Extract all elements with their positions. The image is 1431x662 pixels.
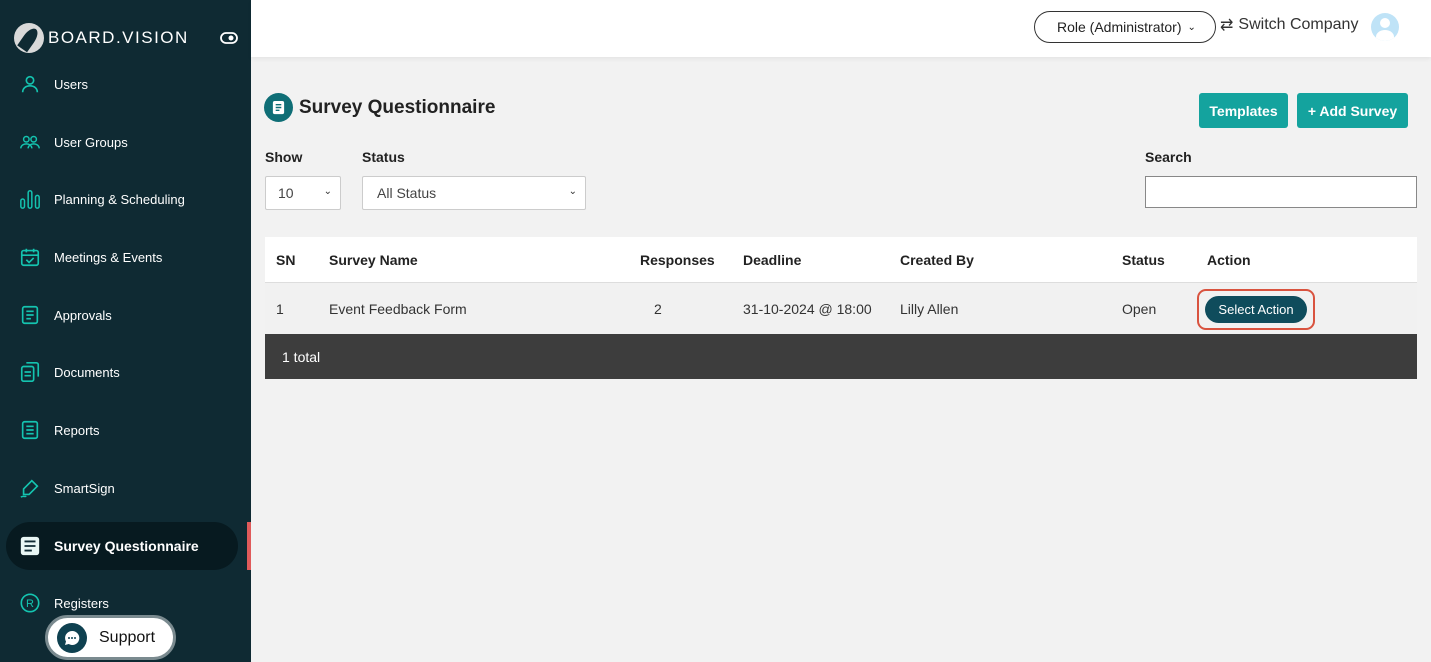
- header-deadline[interactable]: Deadline: [743, 252, 801, 268]
- sidebar-item-label: Meetings & Events: [54, 249, 163, 265]
- avatar[interactable]: [1371, 13, 1399, 41]
- brand-name: BOARD.VISION: [48, 28, 189, 47]
- chevron-down-icon: ⌄: [323, 186, 332, 197]
- show-entries-value: 10: [278, 185, 294, 201]
- sidebar-item-label: Planning & Scheduling: [54, 191, 185, 207]
- sidebar-item-label: Documents: [54, 364, 120, 380]
- total-count: 1 total: [282, 348, 321, 365]
- show-label: Show: [265, 149, 303, 165]
- search-label: Search: [1145, 149, 1192, 165]
- switch-company-label: Switch Company: [1238, 16, 1359, 33]
- role-select[interactable]: Role (Administrator) ⌄: [1034, 11, 1216, 43]
- role-label: Role (Administrator): [1057, 19, 1182, 35]
- cell-created-by: Lilly Allen: [900, 300, 959, 317]
- status-filter-label: Status: [362, 149, 405, 165]
- report-list-icon: [18, 418, 42, 442]
- sidebar-item-documents[interactable]: Documents: [0, 348, 251, 396]
- switch-arrows-icon: ⇄: [1220, 17, 1234, 34]
- header-created-by[interactable]: Created By: [900, 252, 974, 268]
- sidebar-item-smartsign[interactable]: SmartSign: [0, 464, 251, 512]
- registered-icon: R: [18, 591, 42, 615]
- cell-deadline: 31-10-2024 @ 18:00: [743, 300, 872, 317]
- select-action-button[interactable]: Select Action: [1205, 296, 1307, 323]
- bars-chart-icon: [18, 187, 42, 211]
- sidebar-item-planning[interactable]: Planning & Scheduling: [0, 175, 251, 223]
- sidebar-item-label: Registers: [54, 595, 109, 611]
- header-sn: SN: [276, 251, 296, 268]
- survey-table: SN Survey Name Responses Deadline Create…: [265, 237, 1417, 379]
- sidebar-item-user-groups[interactable]: User Groups: [0, 118, 251, 166]
- sidebar-item-label: Users: [54, 76, 88, 92]
- table-footer: 1 total: [265, 334, 1417, 379]
- user-icon: [18, 72, 42, 96]
- users-icon: [18, 130, 42, 154]
- brand-logo[interactable]: BOARD.VISION: [14, 22, 189, 54]
- header-responses[interactable]: Responses: [640, 252, 715, 268]
- cell-survey-name: Event Feedback Form: [329, 300, 467, 317]
- switch-company-button[interactable]: ⇄ Switch Company: [1220, 15, 1358, 35]
- sidebar: BOARD.VISION Users User Groups Planning …: [0, 0, 251, 662]
- select-action-highlight: Select Action: [1197, 289, 1315, 330]
- sidebar-item-approvals[interactable]: Approvals: [0, 291, 251, 339]
- add-survey-button[interactable]: + Add Survey: [1297, 93, 1408, 128]
- cell-sn: 1: [276, 300, 284, 317]
- status-filter-value: All Status: [377, 185, 437, 201]
- survey-icon: [18, 534, 42, 558]
- header-survey-name[interactable]: Survey Name: [329, 252, 418, 268]
- sidebar-item-label: User Groups: [54, 134, 128, 150]
- status-filter-select[interactable]: All Status ⌄: [362, 176, 586, 210]
- cell-responses: 2: [654, 300, 662, 317]
- sidebar-item-meetings[interactable]: Meetings & Events: [0, 233, 251, 281]
- chevron-down-icon: ⌄: [568, 186, 577, 197]
- show-entries-select[interactable]: 10 ⌄: [265, 176, 341, 210]
- support-button[interactable]: Support: [45, 615, 176, 660]
- eye-toggle-icon[interactable]: [220, 32, 238, 44]
- calendar-icon: [18, 245, 42, 269]
- brand-icon: [14, 23, 44, 53]
- approval-document-icon: [18, 303, 42, 327]
- sidebar-item-reports[interactable]: Reports: [0, 406, 251, 454]
- sidebar-item-label: Approvals: [54, 307, 112, 323]
- cell-status: Open: [1122, 300, 1157, 317]
- header-status[interactable]: Status: [1122, 252, 1165, 268]
- chevron-down-icon: ⌄: [1187, 21, 1196, 33]
- documents-icon: [18, 360, 42, 384]
- templates-button[interactable]: Templates: [1199, 93, 1288, 128]
- page-title: Survey Questionnaire: [264, 93, 495, 122]
- sidebar-item-label: SmartSign: [54, 480, 115, 496]
- search-input[interactable]: [1145, 176, 1417, 208]
- sidebar-item-label: Reports: [54, 422, 100, 438]
- svg-text:R: R: [26, 598, 34, 610]
- support-label: Support: [99, 628, 156, 646]
- top-bar: Role (Administrator) ⌄ ⇄ Switch Company: [251, 0, 1431, 57]
- signature-pen-icon: [18, 476, 42, 500]
- chat-icon: [57, 622, 87, 653]
- sidebar-item-survey-questionnaire[interactable]: Survey Questionnaire: [6, 522, 238, 570]
- header-action: Action: [1207, 251, 1251, 268]
- active-indicator: [247, 522, 251, 570]
- sidebar-item-users[interactable]: Users: [0, 60, 251, 108]
- table-header: SN Survey Name Responses Deadline Create…: [265, 237, 1417, 283]
- page-title-text: Survey Questionnaire: [299, 96, 496, 118]
- sidebar-item-label: Survey Questionnaire: [54, 538, 199, 554]
- survey-title-icon: [264, 93, 293, 122]
